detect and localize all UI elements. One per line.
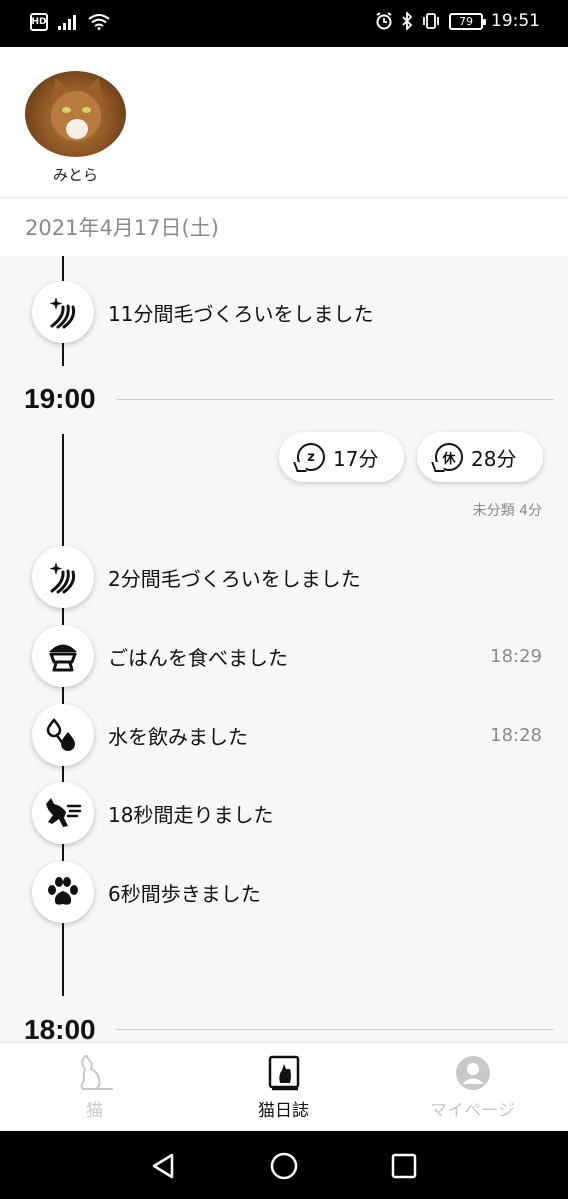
hd-icon: HD [30, 13, 48, 31]
event-text: 2分間毛づくろいをしました [108, 566, 361, 591]
recents-icon [391, 1153, 417, 1179]
status-right: 79 19:51 [375, 11, 540, 31]
list-item[interactable]: 18秒間走りました [32, 782, 542, 844]
bluetooth-icon [402, 12, 413, 30]
status-left: HD [30, 13, 110, 31]
nav-mypage[interactable]: マイページ [378, 1043, 567, 1132]
nav-cat[interactable]: 猫 [0, 1043, 189, 1132]
date-label: 2021年4月17日(土) [25, 216, 219, 240]
event-text: 11分間毛づくろいをしました [108, 301, 374, 326]
running-cat-icon [32, 782, 94, 844]
back-button[interactable] [146, 1149, 180, 1183]
wifi-icon [88, 14, 110, 30]
home-button[interactable] [267, 1149, 301, 1183]
battery-icon: 79 [449, 12, 486, 30]
vibrate-icon [423, 13, 439, 29]
event-text: 18秒間走りました [108, 802, 274, 827]
hour-divider [116, 1029, 554, 1030]
list-item[interactable]: 2分間毛づくろいをしました [32, 546, 542, 608]
user-icon [455, 1056, 490, 1090]
event-time: 18:28 [490, 724, 542, 746]
timeline[interactable]: 11分間毛づくろいをしました 19:00 z 17分 休 28分 未分類 4分 … [0, 256, 568, 1042]
water-drop-icon [32, 704, 94, 766]
list-item[interactable]: 11分間毛づくろいをしました [32, 281, 542, 343]
diary-icon [268, 1055, 299, 1091]
event-text: 6秒間歩きました [108, 881, 261, 906]
cat-icon [80, 1055, 113, 1090]
rest-summary-pill[interactable]: 休 28分 [417, 432, 543, 482]
unclassified-label: 未分類 4分 [472, 503, 542, 519]
event-text: ごはんを食べました [108, 645, 288, 670]
cat-selector: みとら [0, 47, 568, 220]
hour-label: 18:00 [24, 1014, 96, 1042]
signal-icon [58, 15, 76, 30]
list-item[interactable]: 6秒間歩きました [32, 861, 542, 923]
rest-icon: 休 [435, 443, 463, 471]
hour-divider [116, 399, 554, 400]
rest-duration: 28分 [471, 446, 517, 471]
nav-label: マイページ [430, 1101, 515, 1121]
event-text: 水を飲みました [108, 724, 248, 749]
grooming-icon [32, 546, 94, 608]
list-item[interactable]: 水を飲みました 18:28 [32, 704, 542, 766]
clock: 19:51 [491, 11, 540, 31]
bottom-nav: 猫 猫日誌 マイページ [0, 1042, 568, 1131]
cat-name: みとら [52, 166, 98, 184]
food-bowl-icon [32, 625, 94, 687]
back-icon [152, 1153, 174, 1179]
nav-label: 猫 [86, 1101, 103, 1121]
paw-icon [32, 861, 94, 923]
nav-diary[interactable]: 猫日誌 [189, 1043, 378, 1132]
avatar [25, 71, 126, 157]
grooming-icon [32, 281, 94, 343]
status-bar: HD 79 19:51 [0, 0, 568, 47]
hour-label: 19:00 [24, 383, 96, 414]
date-header: 2021年4月17日(土) [0, 198, 568, 256]
cat-tab[interactable]: みとら [25, 71, 126, 220]
nav-label: 猫日誌 [258, 1101, 309, 1121]
alarm-icon [376, 12, 392, 30]
home-icon [270, 1152, 298, 1180]
sleep-summary-pill[interactable]: z 17分 [279, 432, 404, 482]
list-item[interactable]: ごはんを食べました 18:29 [32, 625, 542, 687]
sleep-duration: 17分 [333, 446, 379, 471]
system-nav-bar [0, 1131, 568, 1199]
recents-button[interactable] [387, 1149, 421, 1183]
event-time: 18:29 [490, 645, 542, 667]
sleep-icon: z [297, 443, 325, 471]
